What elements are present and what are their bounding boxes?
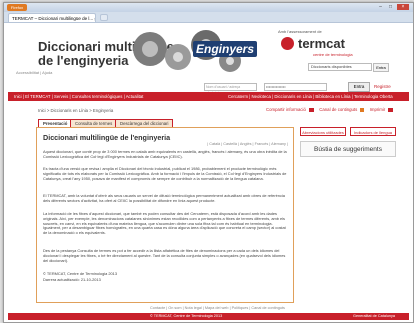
tab-presentacio[interactable]: Presentació: [38, 119, 73, 127]
title-bar: Firefox – □ ×: [4, 3, 413, 12]
firefox-menu-button[interactable]: Firefox: [7, 4, 27, 11]
web-page: Diccionari multilingüe de l'enginyeria E…: [8, 24, 409, 320]
abbreviations-button[interactable]: Abreviacions utilitzades: [300, 127, 346, 136]
new-tab-button[interactable]: [100, 14, 108, 21]
close-window-button[interactable]: ×: [397, 4, 409, 10]
tab-title: TERMCAT – Diccionari multilingüe de l...: [12, 16, 94, 21]
content-title: Diccionari multilingüe de l'enginyeria: [43, 133, 171, 142]
tab-consulta-termes[interactable]: Consulta de termes: [70, 119, 118, 127]
rss-icon[interactable]: [360, 107, 365, 112]
dictionary-go-button[interactable]: Entra: [373, 63, 389, 72]
termcat-logo-icon: [281, 37, 294, 50]
site-header: Diccionari multilingüe de l'enginyeria E…: [8, 24, 409, 79]
paragraph-history: Es tracta d'una versió que revisa i ampl…: [43, 166, 287, 181]
tab-descarrega[interactable]: Descàrrega del diccionari: [115, 119, 174, 127]
main-nav: Inici | El TERMCAT | Serveis | Consultes…: [8, 92, 409, 101]
last-update: Darrera actualització: 21-10-2013: [43, 277, 101, 282]
login-button[interactable]: Entra: [348, 82, 370, 92]
share-link[interactable]: Compartir informació: [266, 107, 306, 112]
enginyers-logo[interactable]: Enginyers: [193, 41, 258, 57]
dictionary-select[interactable]: Diccionaris disponibles: [308, 63, 372, 71]
share-icon[interactable]: [309, 107, 315, 112]
maximize-button[interactable]: □: [386, 4, 395, 10]
accessibility-links[interactable]: Accessibilitat | Ajuda: [16, 70, 52, 75]
print-icon[interactable]: [388, 107, 394, 112]
termcat-tagline: centre de terminologia: [313, 52, 353, 57]
generalitat-logo[interactable]: Generalitat de Catalunya: [353, 313, 395, 320]
breadcrumb[interactable]: Inici > Diccionaris en Línia > Enginyeri…: [38, 108, 113, 113]
feed-link[interactable]: Canal de continguts: [319, 107, 357, 112]
tab-close-icon[interactable]: ×: [94, 16, 95, 22]
nav-links-right[interactable]: Cercaterm | Neoloteca | Diccionaris en L…: [228, 92, 393, 101]
paragraph-termcat: El TERMCAT, amb la voluntat d'oferir als…: [43, 193, 285, 203]
content-panel: Diccionari multilingüe de l'enginyeria |…: [36, 127, 294, 303]
paragraph-intro: Aquest diccionari, que conté prop de 3 0…: [43, 149, 287, 159]
nav-links-left[interactable]: Inici | El TERMCAT | Serveis | Consultes…: [14, 92, 143, 101]
username-input[interactable]: Nom d'usuari / adreça electrònica: [204, 83, 257, 95]
browser-window: Firefox – □ × TERMCAT – Diccionari multi…: [3, 2, 414, 323]
print-link[interactable]: Imprimir: [370, 107, 386, 112]
footer-copyright: © TERMCAT, Centre de Terminologia 2013: [150, 314, 223, 318]
advice-caption: Amb l'assessorament de: [278, 29, 322, 34]
minimize-button[interactable]: –: [376, 4, 385, 10]
register-link[interactable]: Registre: [374, 84, 391, 89]
paragraph-info: La informació de les fitxes d'aquest dic…: [43, 211, 286, 236]
language-indicators-button[interactable]: Indicadors de llengua: [350, 127, 396, 136]
termcat-logo[interactable]: termcat: [298, 36, 345, 51]
page-tools: Compartir informació Canal de continguts…: [266, 107, 394, 112]
footer-links[interactable]: Contacte | On som | Nota legal | Mapa de…: [150, 306, 285, 310]
language-links[interactable]: | Català | Castellà | Anglès | Francès |…: [207, 142, 288, 146]
password-input[interactable]: ••••••••••••••: [264, 83, 327, 91]
browser-tab[interactable]: TERMCAT – Diccionari multilingüe de l...…: [8, 13, 96, 22]
tab-bar: TERMCAT – Diccionari multilingüe de l...…: [4, 12, 413, 23]
paragraph-consulta: Des de la pestanya Consulta de termes es…: [43, 248, 286, 263]
suggestions-box[interactable]: Bústia de suggeriments: [300, 141, 396, 157]
